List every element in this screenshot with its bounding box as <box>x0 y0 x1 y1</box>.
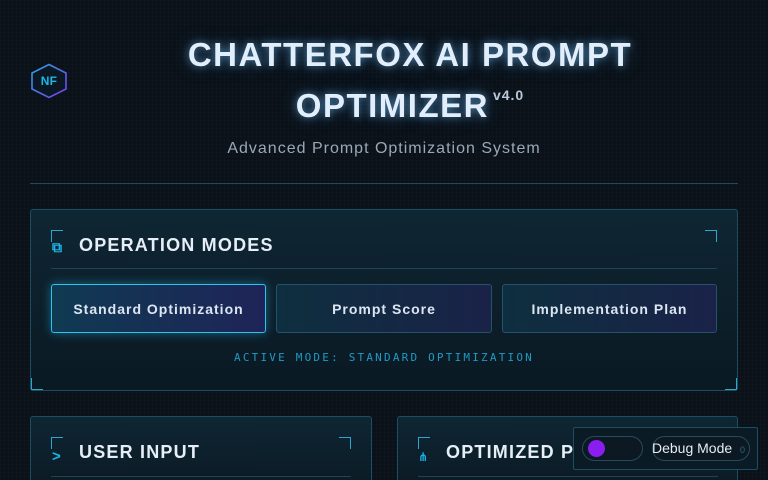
corner-decoration <box>705 230 717 242</box>
debug-mode-control: 0 Debug Mode <box>573 427 758 470</box>
operation-modes-panel: ⧉ OPERATION MODES Standard Optimization … <box>30 209 738 391</box>
operation-modes-title: OPERATION MODES <box>79 235 274 255</box>
corner-decoration <box>418 437 430 449</box>
corner-decoration <box>725 378 737 390</box>
debug-mode-label: Debug Mode <box>652 440 733 456</box>
mode-button-standard-optimization[interactable]: Standard Optimization <box>51 284 266 333</box>
mode-button-implementation-plan[interactable]: Implementation Plan <box>502 284 717 333</box>
debug-mode-toggle[interactable] <box>582 436 643 461</box>
user-input-title: USER INPUT <box>79 442 201 462</box>
optimized-prompt-title: OPTIMIZED PR <box>446 442 589 462</box>
modes-icon: ⧉ <box>52 239 62 255</box>
version-badge: v4.0 <box>492 87 525 103</box>
panel-rule <box>51 268 717 269</box>
panel-rule <box>418 476 718 477</box>
page-title-line2: OPTIMIZER v4.0 <box>0 87 768 125</box>
toggle-knob <box>588 440 605 457</box>
panel-rule <box>51 476 351 477</box>
header-divider <box>30 183 738 184</box>
corner-decoration <box>31 378 43 390</box>
mode-button-prompt-score[interactable]: Prompt Score <box>276 284 492 333</box>
page-title-main: OPTIMIZER <box>295 87 489 124</box>
active-mode-status: ACTIVE MODE: STANDARD OPTIMIZATION <box>234 351 534 364</box>
corner-decoration <box>339 437 351 449</box>
branch-icon: ⋔ <box>418 450 429 464</box>
page-title-line1: CHATTERFOX AI PROMPT <box>187 36 633 73</box>
page-subtitle: Advanced Prompt Optimization System <box>227 140 541 157</box>
user-input-panel: > USER INPUT <box>30 416 372 480</box>
terminal-prompt-icon: > <box>52 448 61 465</box>
